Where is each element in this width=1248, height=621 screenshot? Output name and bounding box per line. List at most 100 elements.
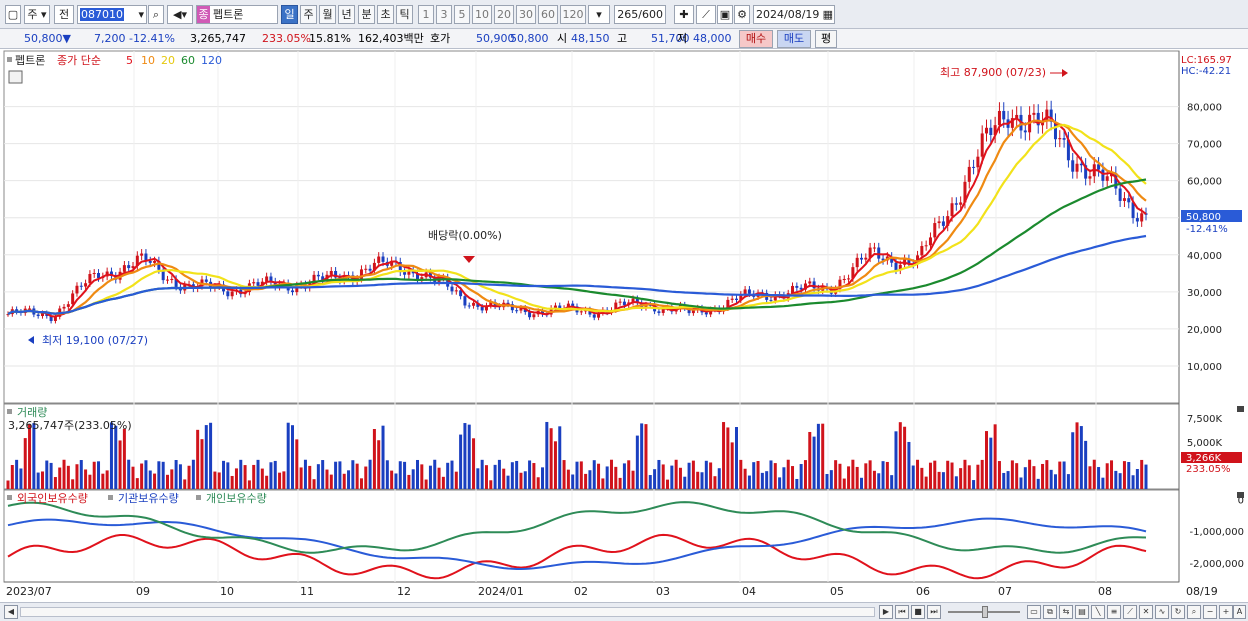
candle-body bbox=[40, 313, 44, 317]
candle-body bbox=[657, 311, 661, 313]
interval-button-20[interactable]: 20 bbox=[494, 5, 514, 24]
gear-icon[interactable]: ⚙ bbox=[734, 5, 750, 24]
x-axis-label: 08/19 bbox=[1186, 585, 1218, 598]
candle-body bbox=[950, 203, 954, 217]
period-button-second[interactable]: 초 bbox=[377, 5, 394, 24]
fib-tool-icon[interactable]: ≡ bbox=[1107, 605, 1121, 619]
search-icon[interactable]: ⌕ bbox=[148, 5, 164, 24]
interval-button-30[interactable]: 30 bbox=[516, 5, 536, 24]
line-tool-icon[interactable]: ╲ bbox=[1091, 605, 1105, 619]
chart-menu-icon[interactable]: ▢ bbox=[5, 5, 21, 24]
period-button-year[interactable]: 년 bbox=[338, 5, 355, 24]
interval-button-3[interactable]: 3 bbox=[436, 5, 452, 24]
volume-bar bbox=[390, 470, 394, 489]
grid-toggle-icon[interactable] bbox=[8, 70, 23, 84]
trend-tool-icon[interactable]: ⟋ bbox=[1123, 605, 1137, 619]
volume-bar bbox=[575, 461, 579, 489]
volume-bar bbox=[941, 472, 945, 489]
last-page-icon[interactable]: ⏭ bbox=[927, 605, 941, 619]
copy-icon[interactable]: ⧉ bbox=[1043, 605, 1057, 619]
volume-bar bbox=[484, 465, 488, 489]
volume-bar bbox=[989, 437, 993, 489]
volume-bar bbox=[709, 462, 713, 489]
candle-body bbox=[1140, 213, 1144, 222]
candle-body bbox=[791, 285, 795, 294]
volume-bar bbox=[441, 476, 445, 489]
sound-icon[interactable]: ◀▾ bbox=[167, 5, 193, 24]
stock-code-input[interactable]: 087010 ▾ bbox=[77, 5, 147, 24]
volume-bar bbox=[877, 473, 881, 489]
indicator-icon[interactable]: ▤ bbox=[1075, 605, 1089, 619]
volume-bar bbox=[497, 459, 501, 489]
lc-label: LC:165.97 bbox=[1181, 55, 1232, 66]
volume-bar bbox=[135, 478, 139, 489]
draw-tool-icon[interactable]: ⟋ bbox=[696, 5, 716, 24]
stock-name-field[interactable]: 종 펩트론 bbox=[196, 5, 278, 24]
interval-button-1[interactable]: 1 bbox=[418, 5, 434, 24]
date-input[interactable]: 2024/08/19 ▦ bbox=[753, 5, 835, 24]
sell-button[interactable]: 매도 bbox=[777, 30, 811, 48]
candle-body bbox=[579, 311, 583, 313]
x-axis-label: 11 bbox=[300, 585, 314, 598]
candle-body bbox=[226, 291, 230, 297]
period-type-select[interactable]: 주 ▾ bbox=[24, 5, 50, 24]
interval-select[interactable]: ▾ bbox=[588, 5, 610, 24]
open-price: 48,150 bbox=[571, 32, 610, 45]
gann-tool-icon[interactable]: ✕ bbox=[1139, 605, 1153, 619]
zoom-in-icon[interactable]: ⌕ bbox=[1187, 605, 1201, 619]
scroll-left-icon[interactable]: ◀ bbox=[4, 605, 18, 619]
candle-body bbox=[877, 247, 881, 259]
volume-bar bbox=[131, 466, 135, 489]
period-button-day[interactable]: 일 bbox=[281, 5, 298, 24]
candle-body bbox=[256, 282, 260, 286]
volume-bar bbox=[23, 438, 27, 489]
text-tool-icon[interactable]: A bbox=[1233, 605, 1246, 619]
volume-bar bbox=[549, 428, 553, 489]
volume-bar bbox=[243, 465, 247, 489]
candle-body bbox=[1122, 198, 1126, 201]
candle-body bbox=[855, 257, 859, 268]
zoom-out-icon[interactable]: − bbox=[1203, 605, 1217, 619]
volume-bar bbox=[734, 427, 738, 489]
period-button-tick[interactable]: 틱 bbox=[396, 5, 413, 24]
candle-body bbox=[472, 302, 476, 306]
volume-pane-close-icon[interactable] bbox=[1237, 406, 1244, 412]
cursor-tool-icon[interactable]: ✚ bbox=[674, 5, 694, 24]
prev-button[interactable]: 전 bbox=[54, 5, 74, 24]
candle-body bbox=[230, 291, 234, 297]
count-input[interactable]: 265/600 bbox=[614, 5, 666, 24]
scrollbar-track[interactable] bbox=[20, 607, 875, 617]
volume-bar bbox=[109, 422, 113, 489]
volume-bar bbox=[321, 460, 325, 489]
interval-button-5[interactable]: 5 bbox=[454, 5, 470, 24]
compare-icon[interactable]: ⇆ bbox=[1059, 605, 1073, 619]
interval-button-10[interactable]: 10 bbox=[472, 5, 492, 24]
volume-bar bbox=[1079, 426, 1083, 489]
candle-body bbox=[515, 310, 519, 312]
first-page-icon[interactable]: ⏮ bbox=[895, 605, 909, 619]
price-legend-name: 펩트론 bbox=[15, 54, 45, 67]
period-button-minute[interactable]: 분 bbox=[358, 5, 375, 24]
interval-button-60[interactable]: 60 bbox=[538, 5, 558, 24]
flat-button[interactable]: 평 bbox=[815, 30, 837, 48]
period-button-week[interactable]: 주 bbox=[300, 5, 317, 24]
zoom-slider-handle[interactable] bbox=[982, 606, 988, 618]
period-button-month[interactable]: 월 bbox=[319, 5, 336, 24]
buy-button[interactable]: 매수 bbox=[739, 30, 773, 48]
volume-bar bbox=[765, 471, 769, 489]
save-icon[interactable]: ▣ bbox=[717, 5, 733, 24]
wave-tool-icon[interactable]: ∿ bbox=[1155, 605, 1169, 619]
volume-bar bbox=[252, 464, 256, 489]
scroll-right-icon[interactable]: ▶ bbox=[879, 605, 893, 619]
refresh-icon[interactable]: ↻ bbox=[1171, 605, 1185, 619]
volume-bar bbox=[980, 459, 984, 489]
holding-pane-close-icon[interactable] bbox=[1237, 492, 1244, 498]
volume-bar bbox=[213, 471, 217, 489]
add-icon[interactable]: + bbox=[1219, 605, 1233, 619]
interval-button-120[interactable]: 120 bbox=[560, 5, 586, 24]
change-value: 7,200 bbox=[94, 32, 126, 45]
candle-body bbox=[808, 281, 812, 284]
stock-chart[interactable]: 80,00070,00060,00050,00040,00030,00020,0… bbox=[0, 50, 1248, 602]
stop-icon[interactable]: ■ bbox=[911, 605, 925, 619]
layout-icon[interactable]: ▭ bbox=[1027, 605, 1041, 619]
